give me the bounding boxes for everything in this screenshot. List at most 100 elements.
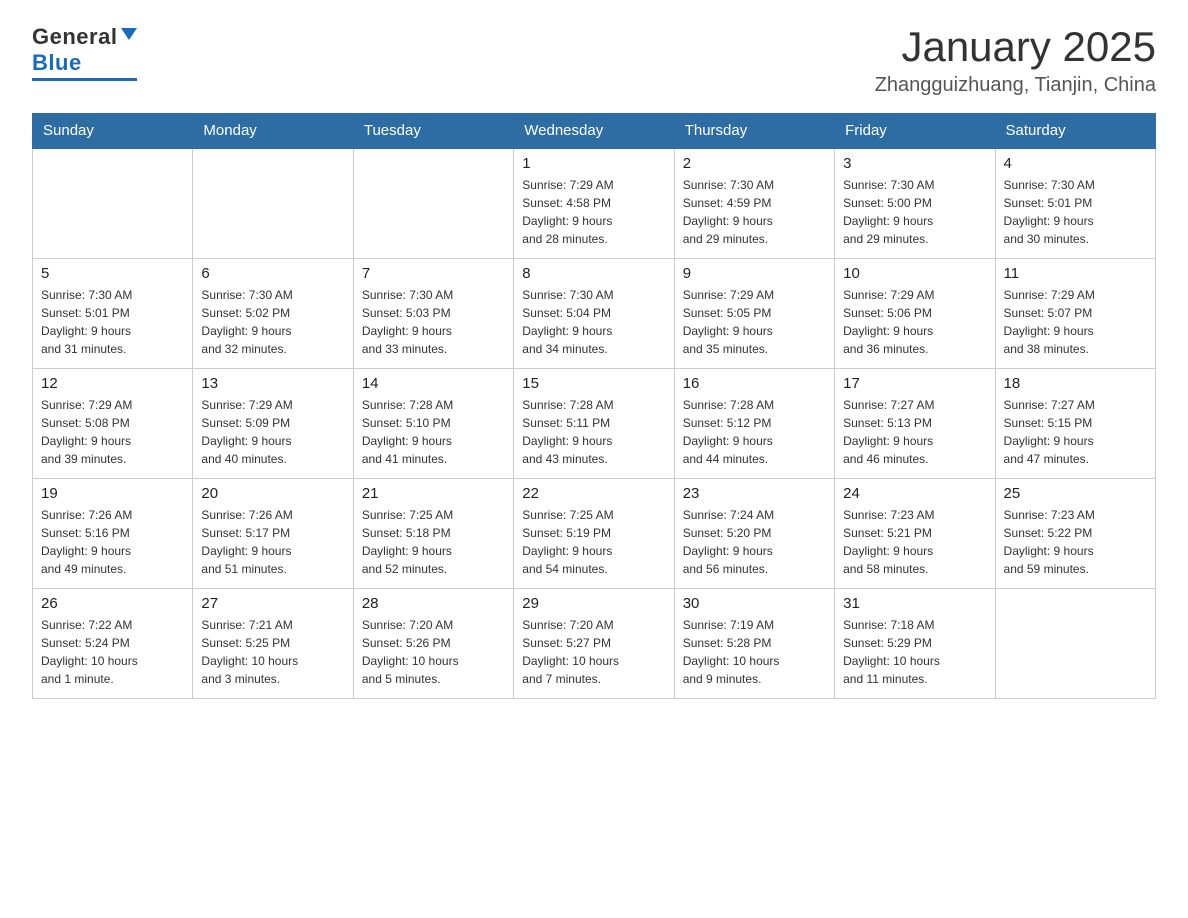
day-number: 14 (362, 375, 505, 392)
day-cell: 9 Sunrise: 7:29 AM Sunset: 5:05 PM Daylig… (674, 258, 834, 368)
day-cell: 31 Sunrise: 7:18 AM Sunset: 5:29 PM Dayli… (835, 588, 995, 698)
day-cell: 14 Sunrise: 7:28 AM Sunset: 5:10 PM Dayli… (353, 368, 513, 478)
calendar-table: SundayMondayTuesdayWednesdayThursdayFrid… (32, 113, 1156, 699)
day-info: Sunrise: 7:29 AM Sunset: 5:07 PM Dayligh… (1004, 286, 1147, 358)
day-cell: 26 Sunrise: 7:22 AM Sunset: 5:24 PM Dayli… (33, 588, 193, 698)
day-number: 25 (1004, 485, 1147, 502)
day-info: Sunrise: 7:28 AM Sunset: 5:12 PM Dayligh… (683, 396, 826, 468)
day-info: Sunrise: 7:30 AM Sunset: 5:02 PM Dayligh… (201, 286, 344, 358)
day-number: 26 (41, 595, 184, 612)
day-number: 11 (1004, 265, 1147, 282)
day-number: 23 (683, 485, 826, 502)
week-row-5: 26 Sunrise: 7:22 AM Sunset: 5:24 PM Dayli… (33, 588, 1156, 698)
calendar-header: SundayMondayTuesdayWednesdayThursdayFrid… (33, 114, 1156, 149)
day-info: Sunrise: 7:29 AM Sunset: 5:05 PM Dayligh… (683, 286, 826, 358)
header-cell-thursday: Thursday (674, 114, 834, 149)
day-cell: 8 Sunrise: 7:30 AM Sunset: 5:04 PM Daylig… (514, 258, 674, 368)
day-number: 4 (1004, 155, 1147, 172)
header-row: SundayMondayTuesdayWednesdayThursdayFrid… (33, 114, 1156, 149)
day-number: 17 (843, 375, 986, 392)
day-cell: 24 Sunrise: 7:23 AM Sunset: 5:21 PM Dayli… (835, 478, 995, 588)
day-cell: 7 Sunrise: 7:30 AM Sunset: 5:03 PM Daylig… (353, 258, 513, 368)
day-number: 30 (683, 595, 826, 612)
day-number: 7 (362, 265, 505, 282)
day-number: 5 (41, 265, 184, 282)
header-cell-tuesday: Tuesday (353, 114, 513, 149)
calendar-title: January 2025 (875, 24, 1156, 70)
calendar-body: 1 Sunrise: 7:29 AM Sunset: 4:58 PM Daylig… (33, 148, 1156, 698)
day-cell: 22Sunrise: 7:25 AM Sunset: 5:19 PM Dayli… (514, 478, 674, 588)
day-info: Sunrise: 7:24 AM Sunset: 5:20 PM Dayligh… (683, 506, 826, 578)
day-cell: 17Sunrise: 7:27 AM Sunset: 5:13 PM Dayli… (835, 368, 995, 478)
day-info: Sunrise: 7:30 AM Sunset: 4:59 PM Dayligh… (683, 176, 826, 248)
header-cell-wednesday: Wednesday (514, 114, 674, 149)
day-number: 6 (201, 265, 344, 282)
day-cell: 29 Sunrise: 7:20 AM Sunset: 5:27 PM Dayli… (514, 588, 674, 698)
day-info: Sunrise: 7:23 AM Sunset: 5:21 PM Dayligh… (843, 506, 986, 578)
day-cell: 1 Sunrise: 7:29 AM Sunset: 4:58 PM Daylig… (514, 148, 674, 258)
day-info: Sunrise: 7:30 AM Sunset: 5:03 PM Dayligh… (362, 286, 505, 358)
day-number: 13 (201, 375, 344, 392)
day-number: 12 (41, 375, 184, 392)
day-info: Sunrise: 7:19 AM Sunset: 5:28 PM Dayligh… (683, 616, 826, 688)
day-number: 3 (843, 155, 986, 172)
day-cell: 28Sunrise: 7:20 AM Sunset: 5:26 PM Dayli… (353, 588, 513, 698)
day-number: 8 (522, 265, 665, 282)
week-row-4: 19Sunrise: 7:26 AM Sunset: 5:16 PM Dayli… (33, 478, 1156, 588)
day-cell: 12 Sunrise: 7:29 AM Sunset: 5:08 PM Dayli… (33, 368, 193, 478)
day-cell: 21Sunrise: 7:25 AM Sunset: 5:18 PM Dayli… (353, 478, 513, 588)
day-info: Sunrise: 7:29 AM Sunset: 5:09 PM Dayligh… (201, 396, 344, 468)
day-number: 22 (522, 485, 665, 502)
day-info: Sunrise: 7:20 AM Sunset: 5:27 PM Dayligh… (522, 616, 665, 688)
day-number: 18 (1004, 375, 1147, 392)
day-cell (995, 588, 1155, 698)
day-cell: 11 Sunrise: 7:29 AM Sunset: 5:07 PM Dayli… (995, 258, 1155, 368)
day-cell: 13 Sunrise: 7:29 AM Sunset: 5:09 PM Dayli… (193, 368, 353, 478)
day-info: Sunrise: 7:26 AM Sunset: 5:17 PM Dayligh… (201, 506, 344, 578)
day-info: Sunrise: 7:28 AM Sunset: 5:10 PM Dayligh… (362, 396, 505, 468)
day-cell: 5 Sunrise: 7:30 AM Sunset: 5:01 PM Daylig… (33, 258, 193, 368)
day-number: 31 (843, 595, 986, 612)
day-number: 9 (683, 265, 826, 282)
week-row-1: 1 Sunrise: 7:29 AM Sunset: 4:58 PM Daylig… (33, 148, 1156, 258)
logo-general-text: General (32, 24, 117, 50)
day-cell: 4 Sunrise: 7:30 AM Sunset: 5:01 PM Daylig… (995, 148, 1155, 258)
day-cell (193, 148, 353, 258)
day-number: 16 (683, 375, 826, 392)
day-info: Sunrise: 7:26 AM Sunset: 5:16 PM Dayligh… (41, 506, 184, 578)
day-number: 20 (201, 485, 344, 502)
day-cell: 30 Sunrise: 7:19 AM Sunset: 5:28 PM Dayli… (674, 588, 834, 698)
day-cell: 16 Sunrise: 7:28 AM Sunset: 5:12 PM Dayli… (674, 368, 834, 478)
day-number: 29 (522, 595, 665, 612)
day-info: Sunrise: 7:29 AM Sunset: 5:06 PM Dayligh… (843, 286, 986, 358)
day-info: Sunrise: 7:29 AM Sunset: 4:58 PM Dayligh… (522, 176, 665, 248)
day-info: Sunrise: 7:21 AM Sunset: 5:25 PM Dayligh… (201, 616, 344, 688)
day-number: 1 (522, 155, 665, 172)
day-number: 24 (843, 485, 986, 502)
day-cell: 3 Sunrise: 7:30 AM Sunset: 5:00 PM Daylig… (835, 148, 995, 258)
day-cell: 20 Sunrise: 7:26 AM Sunset: 5:17 PM Dayli… (193, 478, 353, 588)
day-cell (33, 148, 193, 258)
day-cell: 15Sunrise: 7:28 AM Sunset: 5:11 PM Dayli… (514, 368, 674, 478)
day-info: Sunrise: 7:22 AM Sunset: 5:24 PM Dayligh… (41, 616, 184, 688)
week-row-2: 5 Sunrise: 7:30 AM Sunset: 5:01 PM Daylig… (33, 258, 1156, 368)
day-number: 27 (201, 595, 344, 612)
day-info: Sunrise: 7:27 AM Sunset: 5:15 PM Dayligh… (1004, 396, 1147, 468)
day-info: Sunrise: 7:30 AM Sunset: 5:00 PM Dayligh… (843, 176, 986, 248)
day-info: Sunrise: 7:30 AM Sunset: 5:04 PM Dayligh… (522, 286, 665, 358)
day-cell: 6 Sunrise: 7:30 AM Sunset: 5:02 PM Daylig… (193, 258, 353, 368)
header-cell-saturday: Saturday (995, 114, 1155, 149)
logo-triangle-icon (121, 28, 137, 40)
day-number: 10 (843, 265, 986, 282)
day-cell: 18 Sunrise: 7:27 AM Sunset: 5:15 PM Dayli… (995, 368, 1155, 478)
day-info: Sunrise: 7:29 AM Sunset: 5:08 PM Dayligh… (41, 396, 184, 468)
day-info: Sunrise: 7:28 AM Sunset: 5:11 PM Dayligh… (522, 396, 665, 468)
logo-underline (32, 78, 137, 81)
day-info: Sunrise: 7:30 AM Sunset: 5:01 PM Dayligh… (41, 286, 184, 358)
logo: General Blue (32, 24, 137, 81)
title-area: January 2025 Zhangguizhuang, Tianjin, Ch… (875, 24, 1156, 97)
header-cell-monday: Monday (193, 114, 353, 149)
day-info: Sunrise: 7:18 AM Sunset: 5:29 PM Dayligh… (843, 616, 986, 688)
day-info: Sunrise: 7:30 AM Sunset: 5:01 PM Dayligh… (1004, 176, 1147, 248)
day-cell: 27 Sunrise: 7:21 AM Sunset: 5:25 PM Dayli… (193, 588, 353, 698)
